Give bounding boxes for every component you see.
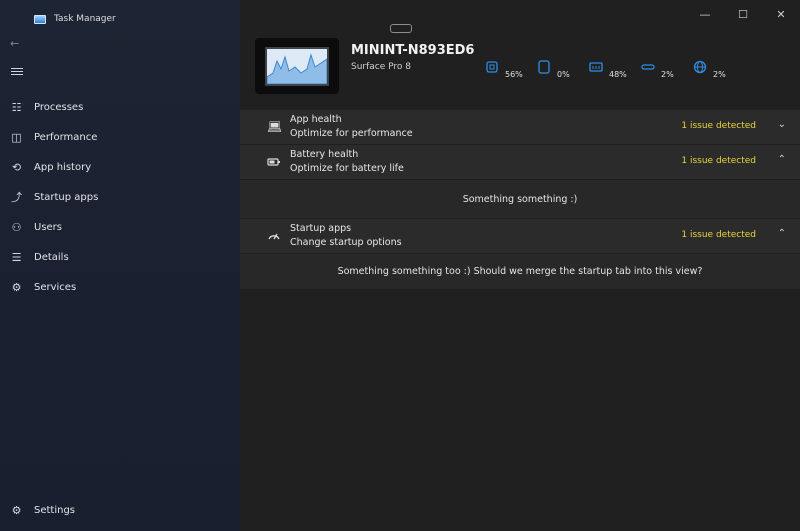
task-manager-window: Task Manager ← ☷ Processes ◫ Performance… [0,0,800,531]
card-title: Startup apps [290,223,352,234]
card-title: App health [290,114,342,125]
card-subtitle: Optimize for performance [290,128,413,139]
sidebar-nav: ☷ Processes ◫ Performance ⟲ App history … [0,92,240,302]
sidebar-item-settings[interactable]: ⚙ Settings [0,495,240,525]
sidebar: Task Manager ← ☷ Processes ◫ Performance… [0,0,240,531]
users-icon: ⚇ [11,220,22,234]
card-subtitle: Optimize for battery life [290,163,404,174]
sidebar-item-label: Settings [34,504,76,516]
card-title: Battery health [290,149,359,160]
chevron-down-icon[interactable]: ⌄ [778,119,786,130]
metric-value: 2% [661,70,674,79]
gear-icon: ⚙ [11,503,22,517]
metric-disk[interactable]: 48% [587,60,639,82]
metric-network[interactable]: 2% [691,60,743,82]
performance-icon: ◫ [11,130,22,144]
sidebar-item-label: Details [34,251,69,263]
services-icon: ⚙ [11,280,22,294]
disk-icon [589,62,603,72]
resource-metrics: 56% 0% 48% 2% 2% [483,60,743,82]
chevron-up-icon[interactable]: ⌃ [778,228,786,239]
card-battery-health[interactable]: Battery health Optimize for battery life… [240,145,800,180]
laptop-icon: 💻︎ [267,120,283,134]
window-controls: — ☐ ✕ [686,0,800,28]
metric-gpu[interactable]: 2% [639,60,691,82]
task-manager-icon [34,14,46,24]
sidebar-item-label: Users [34,221,63,233]
sidebar-item-performance[interactable]: ◫ Performance [0,122,240,152]
sidebar-item-label: App history [34,161,92,173]
startup-icon: ⤴ [11,190,22,204]
sidebar-item-services[interactable]: ⚙ Services [0,272,240,302]
battery-icon [267,155,281,169]
metric-value: 48% [609,70,627,79]
speedometer-icon [267,229,281,243]
hamburger-menu-icon[interactable] [10,66,24,80]
details-icon: ☰ [11,250,22,264]
card-subtitle: Change startup options [290,237,402,248]
minimize-button[interactable]: — [686,0,724,28]
metric-value: 0% [557,70,570,79]
network-icon [693,60,707,74]
drag-handle[interactable] [390,24,412,33]
processes-icon: ☷ [11,100,22,114]
card-startup-apps[interactable]: Startup apps Change startup options 1 is… [240,219,800,254]
performance-graph-icon [265,47,329,86]
chevron-up-icon[interactable]: ⌃ [778,154,786,165]
card-app-health[interactable]: 💻︎ App health Optimize for performance 1… [240,110,800,145]
close-button[interactable]: ✕ [762,0,800,28]
sidebar-item-app-history[interactable]: ⟲ App history [0,152,240,182]
cpu-icon [486,61,498,73]
metric-memory[interactable]: 0% [535,60,587,82]
card-battery-body: Something something :) [240,180,800,219]
metric-value: 56% [505,70,523,79]
status-badge: 1 issue detected [681,121,756,131]
history-icon: ⟲ [11,160,22,174]
app-title-bar: Task Manager [34,14,116,24]
memory-icon [538,60,550,74]
sidebar-item-label: Startup apps [34,191,99,203]
status-badge: 1 issue detected [681,230,756,240]
device-model: Surface Pro 8 [351,62,412,72]
card-startup-body: Something something too :) Should we mer… [240,254,800,290]
back-arrow-icon[interactable]: ← [10,37,24,51]
sidebar-item-startup-apps[interactable]: ⤴ Startup apps [0,182,240,212]
metric-cpu[interactable]: 56% [483,60,535,82]
sidebar-item-users[interactable]: ⚇ Users [0,212,240,242]
main-panel: — ☐ ✕ MININT-N893ED6 Surface Pro 8 56% 0… [240,0,800,531]
sidebar-item-label: Processes [34,101,84,113]
status-badge: 1 issue detected [681,156,756,166]
metric-value: 2% [713,70,726,79]
sidebar-item-processes[interactable]: ☷ Processes [0,92,240,122]
device-name: MININT-N893ED6 [351,43,475,58]
device-thumbnail [255,38,339,94]
gpu-icon [641,64,655,70]
sidebar-item-details[interactable]: ☰ Details [0,242,240,272]
device-header: MININT-N893ED6 Surface Pro 8 56% 0% 48% [255,38,800,98]
sidebar-item-label: Performance [34,131,98,143]
sidebar-item-label: Services [34,281,77,293]
maximize-button[interactable]: ☐ [724,0,762,28]
health-cards: 💻︎ App health Optimize for performance 1… [240,110,800,290]
app-title: Task Manager [54,14,116,24]
